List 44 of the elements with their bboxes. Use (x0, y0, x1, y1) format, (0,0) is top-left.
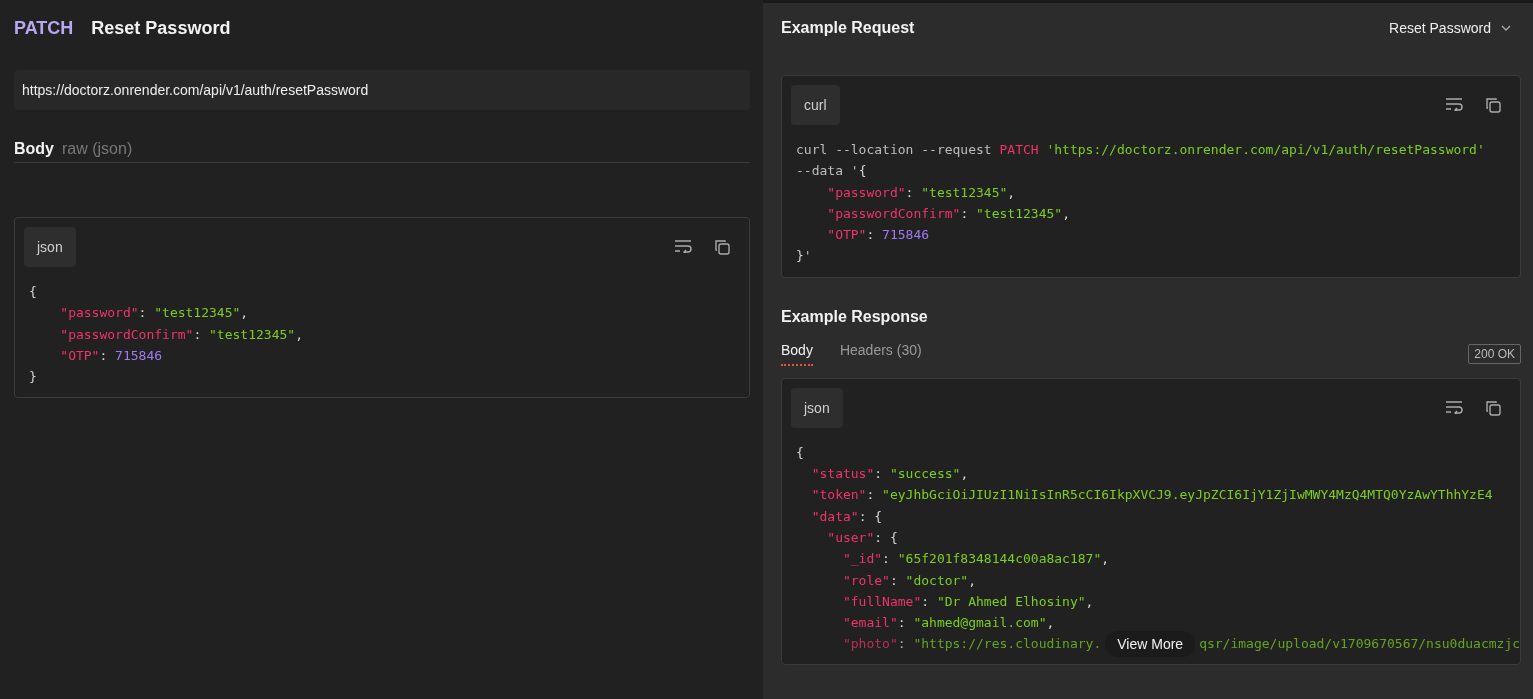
response-tab[interactable]: Body (781, 341, 813, 366)
language-label: curl (791, 85, 840, 125)
code-line: "passwordConfirm": "test12345", (826, 204, 1071, 223)
body-label: Body (14, 140, 54, 158)
http-method: PATCH (14, 17, 74, 39)
code-line: --data '{ (796, 162, 868, 181)
code-line: "user": { (826, 528, 899, 547)
code-line: "data": { (810, 507, 884, 526)
code-line: "password": "test12345", (826, 183, 1017, 202)
code-line: "status": "success", (810, 465, 970, 484)
code-line: } (29, 368, 38, 387)
code-line: "photo": "https://res.cloudinary. (841, 635, 1102, 654)
code-line: "role": "doctor", (841, 571, 978, 590)
code-line: "OTP": 715846 (826, 226, 931, 245)
code-line: { (29, 283, 38, 301)
code-line: curl --location --request PATCH 'https://doctorz.onrender.com/api/v1/auth/resetPassword' (796, 141, 1486, 159)
code-line: "OTP": 715846 (59, 346, 164, 365)
request-title: Reset Password (91, 17, 231, 39)
status-badge: 200 OK (1468, 343, 1521, 364)
wrap-icon[interactable] (674, 239, 692, 253)
wrap-icon[interactable] (1445, 97, 1463, 111)
language-label: json (24, 227, 76, 267)
code-line: "passwordConfirm": "test12345", (59, 325, 304, 344)
chevron-down-icon (1501, 25, 1511, 31)
code-line: { (796, 443, 805, 462)
code-line: "token": "eyJhbGciOiJIUzI1NiIsInR5cCI6IkpXVCJ9.eyJpZCI6IjY1ZjIwMWY4MzQ4MTQ0YzAwYThhYzE4 (810, 486, 1494, 505)
url-field: https://doctorz.onrender.com/api/v1/auth/resetPassword (14, 70, 750, 110)
section-title: Example Response (781, 307, 928, 326)
code-line: "email": "ahmed@gmail.com", (841, 614, 1056, 633)
code-line: "fullName": "Dr Ahmed Elhosiny", (841, 592, 1095, 611)
example-selector[interactable]: Reset Password (1389, 20, 1521, 36)
language-label: json (791, 387, 843, 428)
response-tab[interactable]: Headers (30) (839, 341, 922, 366)
copy-icon[interactable] (1485, 97, 1501, 113)
view-more-button[interactable]: View More (1105, 630, 1196, 657)
wrap-icon[interactable] (1445, 399, 1463, 414)
copy-icon[interactable] (714, 239, 730, 255)
code-line: "password": "test12345", (59, 304, 250, 323)
section-title: Example Request (781, 19, 915, 37)
body-type: raw (json) (62, 140, 133, 158)
copy-icon[interactable] (1485, 399, 1501, 416)
code-line: qsr/image/upload/v1709670567/nsu0duacmzjc (1199, 635, 1520, 654)
code-line: "_id": "65f201f8348144c00a8ac187", (841, 550, 1111, 569)
code-line: }' (796, 247, 813, 266)
